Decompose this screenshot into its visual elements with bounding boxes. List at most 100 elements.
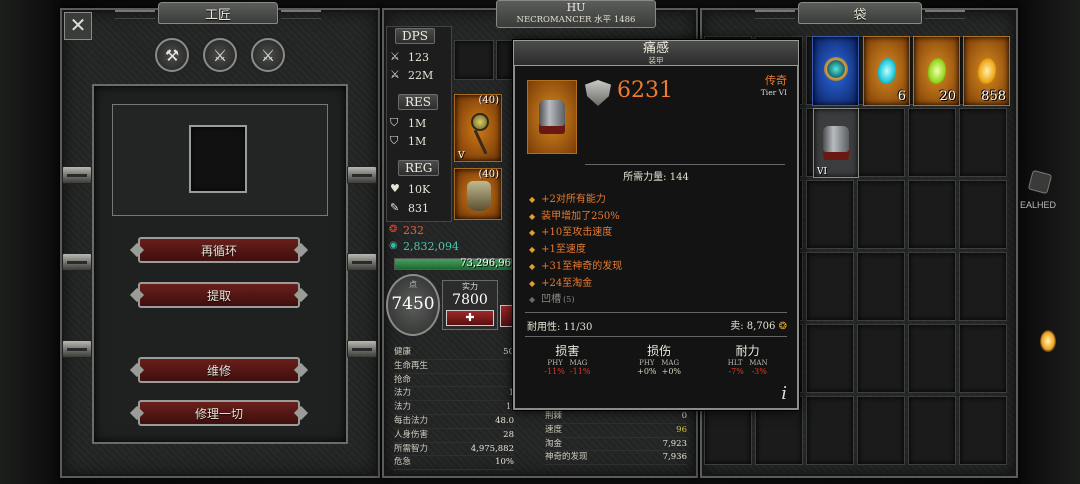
armor-tier: VI [817,167,828,177]
tooltip-durability: 耐用性: 11/30 [527,322,593,333]
bag-slot[interactable] [959,180,1007,249]
bag-slot[interactable] [959,252,1007,321]
bag-slot-gem-orange[interactable]: 858 [963,36,1010,106]
strength-add-button[interactable]: ✚ [446,310,494,326]
character-class-level: NECROMANCER 水平 1486 [516,15,636,25]
bag-slot[interactable] [806,180,854,249]
compare-column: 损伤 PHY MAG +0% +0% [637,342,681,376]
tooltip-sell-text: 卖: 8,706 [730,321,776,332]
hinge [347,166,377,184]
stats-table-left: 健康 50 生命再生 抢命 法力 1 法力 1, 每击法力 48.0 人身伤害 28 所需智力 4,975… [394,346,514,471]
bag-slot-gem-cyan[interactable]: 6 [863,36,910,106]
bag-slot[interactable] [908,108,956,177]
stat-label: 法力 [394,388,412,399]
bag-slot[interactable] [908,180,956,249]
stat-row: 所需智力 4,975,882 [394,443,514,457]
bag-slot[interactable] [959,396,1007,465]
extract-button[interactable]: 提取 [138,282,300,308]
equip-slot-empty[interactable] [454,40,494,80]
tooltip-bonus: ◆ +10至攻击速度 [529,225,789,242]
tooltip-bonus: ◆ +1至速度 [529,242,789,259]
dps-icon-2: ⚔ [390,68,400,81]
gold-coins-icon: ❂ [778,321,787,332]
bullet-diamond-icon: ◆ [529,211,536,221]
tooltip-divider [525,336,787,337]
bag-slot[interactable] [857,324,905,393]
crossed-swords-icon[interactable]: ⚔ [203,38,237,72]
strength-label: 实力 [462,282,478,291]
bag-slot[interactable] [908,396,956,465]
compare-column: 损害 PHY MAG -11% -11% [544,342,590,376]
equip-slot-gloves[interactable]: (40) [454,168,502,220]
stat-row: 淘金 7,923 [545,438,687,452]
equip-slot-weapon[interactable]: (40) V [454,94,502,162]
stat-label: 所需智力 [394,443,429,454]
next-stat-button[interactable] [500,305,514,327]
repair-all-button[interactable]: 修理一切 [138,400,300,426]
stat-row: 危急 10% [394,456,514,471]
craft-item-slot[interactable] [189,125,247,193]
strength-box: 实力 7800 ✚ [442,280,498,330]
bag-slot-armor[interactable]: VI [813,108,859,178]
stats-table-right: 荆棘 0 速度 96 淘金 7,923 神奇的发现 7,936 [545,410,687,466]
stat-row: 健康 50 [394,346,514,360]
bag-slot[interactable] [959,324,1007,393]
teal-stat-value: 2,832,094 [403,240,459,253]
bag-slot-gem-green[interactable]: 20 [913,36,960,106]
stat-row: 人身伤害 28 [394,429,514,443]
tooltip-bonus-text: +2对所有能力 [541,194,606,205]
bag-slot[interactable] [857,108,905,177]
bag-slot[interactable] [857,252,905,321]
orange-gem-icon [975,56,998,86]
bag-slot[interactable] [908,324,956,393]
stat-row: 抢命 [394,374,514,388]
chest-armor-icon [823,126,849,160]
equip-slot-empty[interactable] [496,40,514,80]
info-icon[interactable]: i [781,383,787,404]
bag-slot[interactable] [857,180,905,249]
hammer-icon[interactable]: ⚒ [155,38,189,72]
repair-button[interactable]: 维修 [138,357,300,383]
bag-slot[interactable] [908,252,956,321]
cyan-gem-icon [875,56,898,86]
hinge [347,253,377,271]
recycle-button[interactable]: 再循环 [138,237,300,263]
dps-value-2: 22M [408,69,434,82]
item-tooltip: 痛感 装甲 6231 传奇 Tier VI 所需力量: 144 ◆ +2对所有能力… [513,40,799,410]
xp-bar: 73,296,96 [394,258,514,270]
dps-label: DPS [395,28,435,44]
stat-row: 生命再生 [394,360,514,374]
item-count: 6 [897,89,906,104]
bullet-diamond-icon: ◆ [529,228,536,238]
bullet-diamond-icon: ◆ [529,261,536,271]
compare-title: 耐力 [735,344,760,358]
bag-slot[interactable] [806,252,854,321]
crafter-title: 工匠 [115,2,321,24]
tooltip-bonus-text: +24至淘金 [541,277,593,289]
bullet-diamond-icon: ◆ [529,195,536,204]
tooltip-requirement: 所需力量: 144 [623,172,689,183]
stat-value: 7,936 [662,452,687,463]
bag-slot-sun-amulet[interactable] [812,36,859,106]
close-button[interactable]: ✕ [64,12,92,40]
compare-title: 损害 [555,344,580,358]
bag-slot[interactable] [857,396,905,465]
side-text: EALHED [1020,200,1057,210]
tooltip-divider [585,164,785,165]
tooltip-item-type: 装甲 [648,56,664,65]
tooltip-header: 痛感 装甲 [513,40,799,66]
res-value-2: 1M [408,135,427,148]
bag-slot[interactable] [806,396,854,465]
xp-value: 73,296,96 [460,258,511,269]
stat-row: 法力 1, [394,401,514,415]
bag-slot[interactable] [806,324,854,393]
dual-daggers-icon[interactable]: ⚔ [251,38,285,72]
compare-sub: PHY MAG [547,359,588,367]
shield-icon: ⛉ [390,116,399,129]
stat-row: 神奇的发现 7,936 [545,451,687,466]
bag-slot[interactable] [959,108,1007,177]
reg-value-2: 831 [408,202,429,215]
hinge [62,166,92,184]
compare-sub: PHY MAG [639,359,680,367]
tooltip-bonus: ◆ +2对所有能力 [529,192,789,209]
